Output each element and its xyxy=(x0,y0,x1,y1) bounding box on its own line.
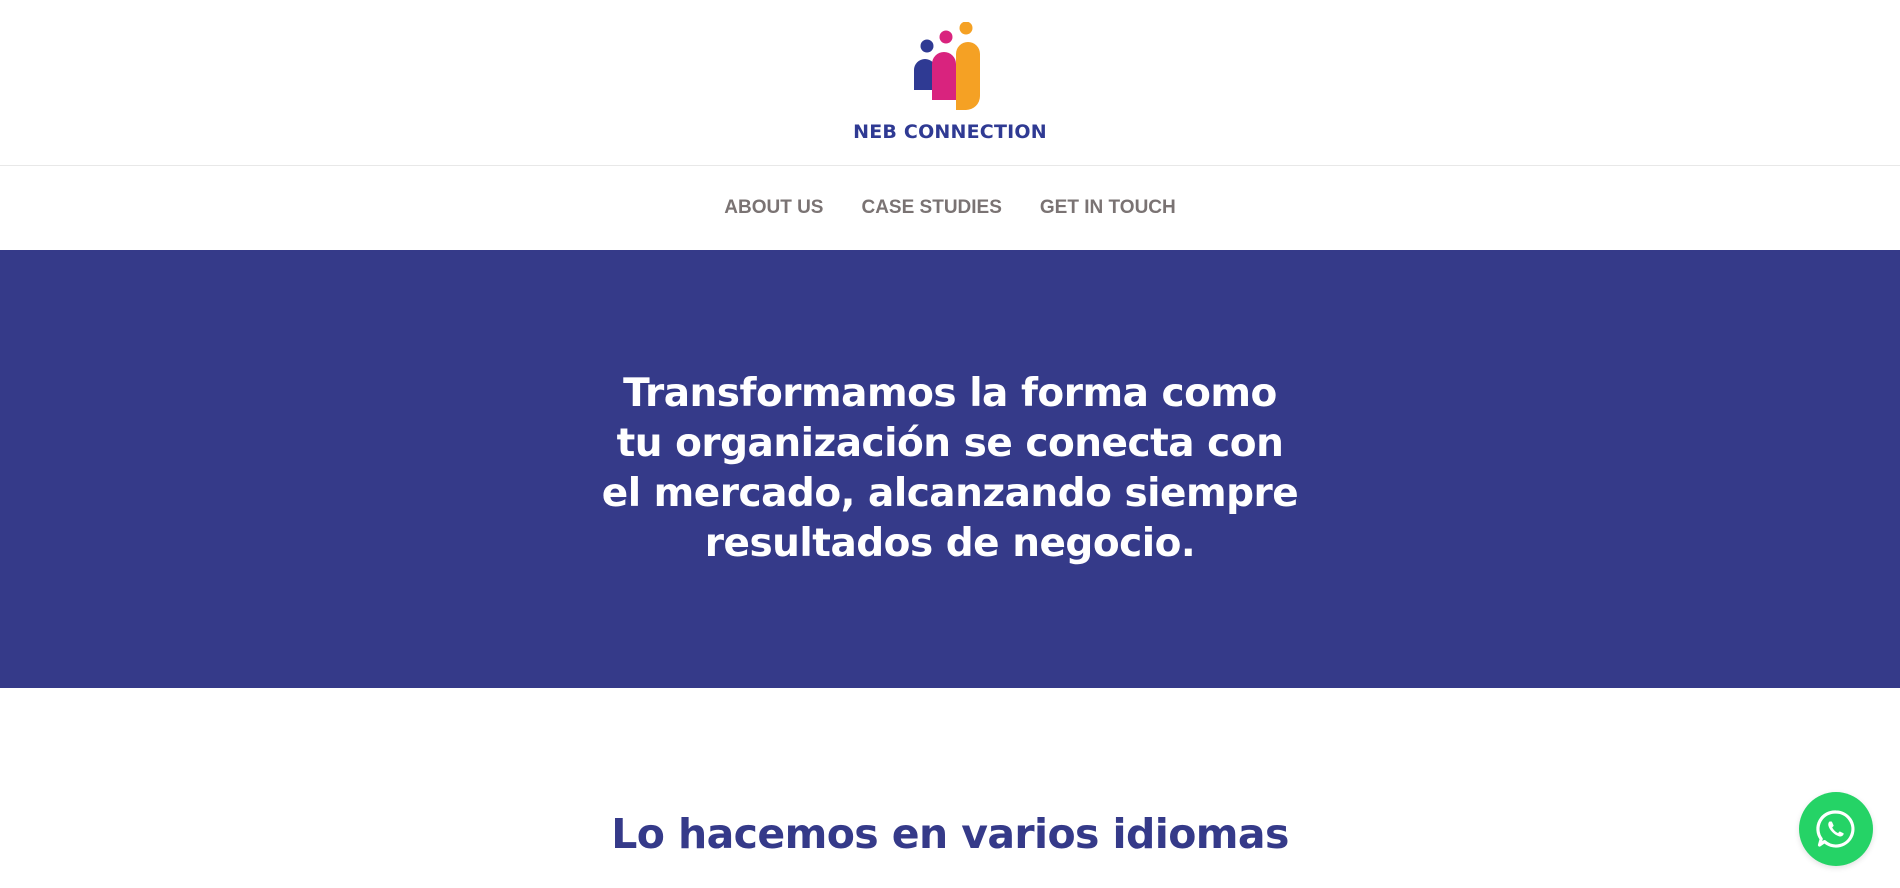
whatsapp-icon xyxy=(1816,810,1855,848)
main-nav: ABOUT US CASE STUDIES GET IN TOUCH xyxy=(0,166,1900,250)
site-header: NEB CONNECTION xyxy=(0,0,1900,166)
logo-icon[interactable] xyxy=(910,22,990,114)
section-title: Lo hacemos en varios idiomas xyxy=(611,810,1289,858)
hero-banner: Transformamos la forma como tu organizac… xyxy=(0,250,1900,688)
hero-headline: Transformamos la forma como tu organizac… xyxy=(601,371,1299,566)
nav-item-about-us[interactable]: ABOUT US xyxy=(705,197,842,219)
nav-item-get-in-touch[interactable]: GET IN TOUCH xyxy=(1021,197,1195,219)
whatsapp-button[interactable] xyxy=(1799,792,1873,866)
nav-item-case-studies[interactable]: CASE STUDIES xyxy=(842,197,1020,219)
brand-name: NEB CONNECTION xyxy=(853,121,1047,143)
page: NEB CONNECTION ABOUT US CASE STUDIES GET… xyxy=(0,0,1900,888)
